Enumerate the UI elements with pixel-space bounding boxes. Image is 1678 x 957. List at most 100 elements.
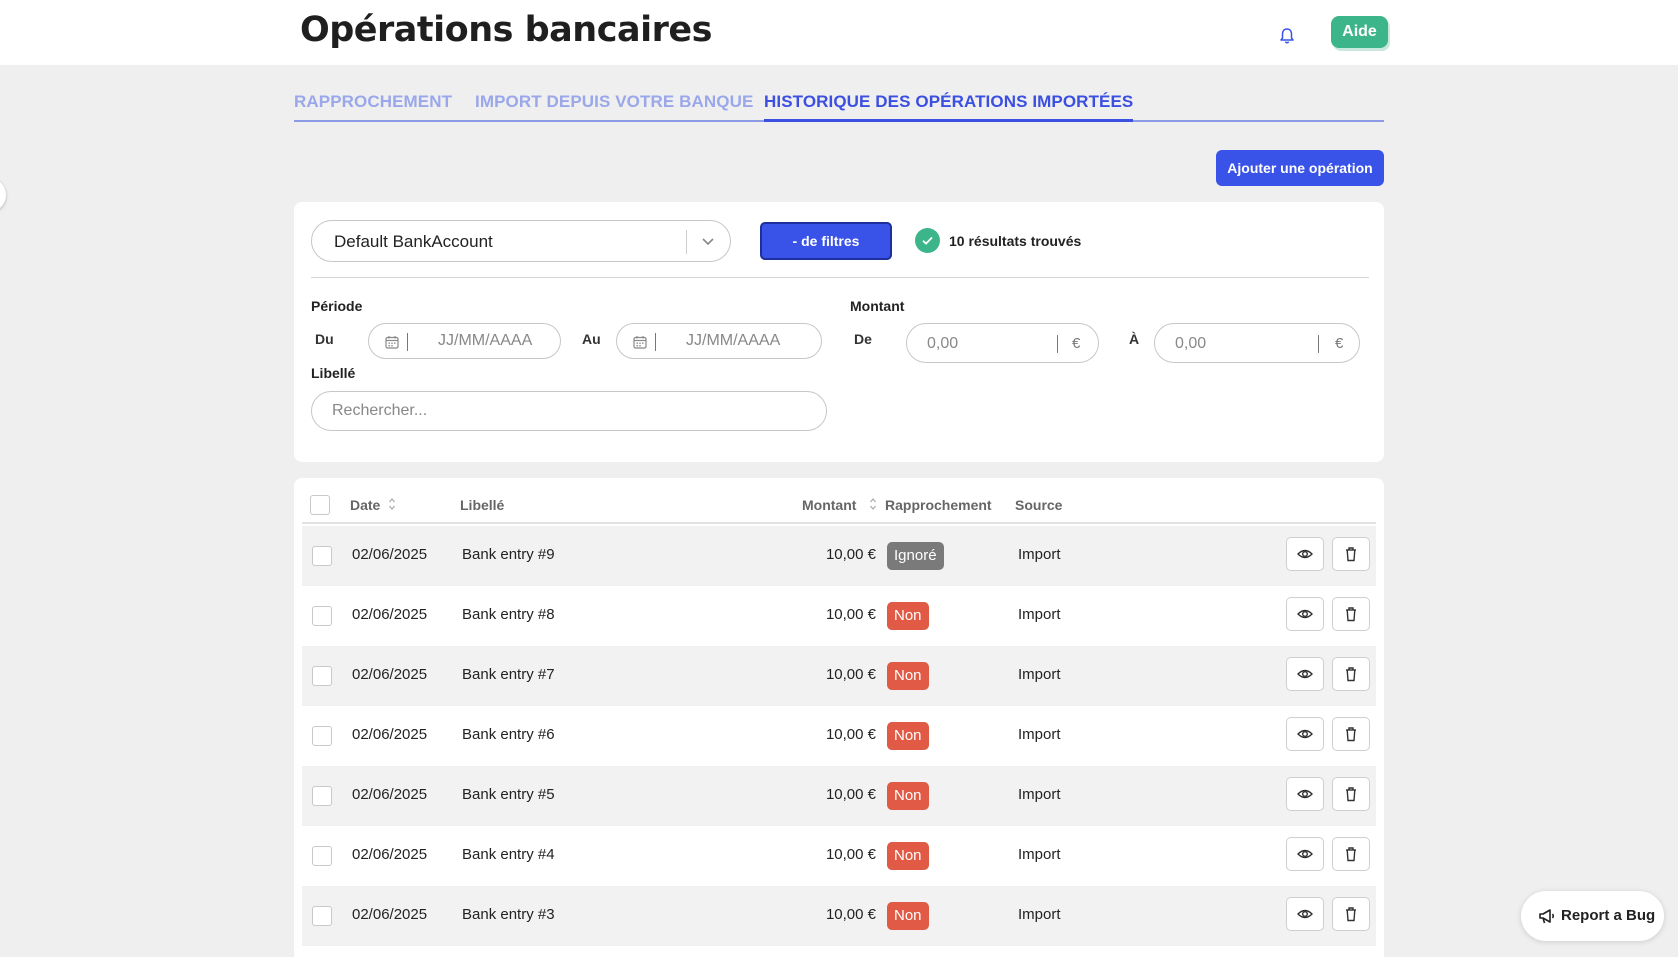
date-from-input[interactable]: JJ/MM/AAAA	[368, 323, 561, 359]
row-amount: 10,00 €	[825, 606, 876, 623]
row-label: Bank entry #7	[462, 666, 555, 683]
delete-button[interactable]	[1332, 837, 1370, 871]
row-date: 02/06/2025	[352, 906, 428, 923]
toggle-filters-button[interactable]: - de filtres	[760, 222, 892, 260]
date-from-placeholder: JJ/MM/AAAA	[438, 332, 533, 349]
row-date: 02/06/2025	[352, 606, 428, 623]
table-row[interactable]: 02/06/2025 Bank entry #7 10,00 € Non Import	[302, 646, 1376, 706]
view-button[interactable]	[1286, 837, 1324, 871]
row-label: Bank entry #8	[462, 606, 555, 623]
amount-label: Montant	[850, 298, 905, 314]
date-to-input[interactable]: JJ/MM/AAAA	[616, 323, 822, 359]
row-amount: 10,00 €	[825, 726, 876, 743]
currency-label: €	[1072, 335, 1081, 352]
row-source: Import	[1018, 726, 1061, 743]
row-label: Bank entry #3	[462, 906, 555, 923]
report-bug-button[interactable]: Report a Bug	[1521, 891, 1664, 941]
delete-button[interactable]	[1332, 897, 1370, 931]
date-to-placeholder: JJ/MM/AAAA	[686, 332, 781, 349]
add-operation-button[interactable]: Ajouter une opération	[1216, 150, 1384, 186]
row-checkbox[interactable]	[312, 666, 332, 686]
row-date: 02/06/2025	[352, 666, 428, 683]
filter-panel: Default BankAccount - de filtres 10 résu…	[294, 202, 1384, 462]
row-checkbox[interactable]	[312, 606, 332, 626]
view-button[interactable]	[1286, 597, 1324, 631]
amount-separator	[1057, 335, 1058, 353]
row-source: Import	[1018, 546, 1061, 563]
view-button[interactable]	[1286, 717, 1324, 751]
tab-bank-import[interactable]: IMPORT DEPUIS VOTRE BANQUE	[475, 92, 753, 112]
row-amount: 10,00 €	[825, 846, 876, 863]
delete-button[interactable]	[1332, 537, 1370, 571]
row-label: Bank entry #6	[462, 726, 555, 743]
delete-button[interactable]	[1332, 777, 1370, 811]
row-date: 02/06/2025	[352, 786, 428, 803]
select-separator	[686, 230, 687, 254]
column-amount[interactable]: Montant	[802, 497, 856, 513]
bell-icon[interactable]	[1279, 27, 1295, 45]
row-amount: 10,00 €	[825, 546, 876, 563]
top-bar: Opérations bancaires Aide	[0, 0, 1678, 65]
currency-label: €	[1335, 335, 1344, 352]
column-date[interactable]: Date	[350, 497, 380, 513]
reconciliation-status-badge: Ignoré	[887, 542, 944, 570]
row-checkbox[interactable]	[312, 906, 332, 926]
sort-icon[interactable]	[869, 496, 877, 512]
view-button[interactable]	[1286, 777, 1324, 811]
view-button[interactable]	[1286, 897, 1324, 931]
delete-button[interactable]	[1332, 717, 1370, 751]
date-separator	[655, 333, 656, 351]
sidebar-toggle[interactable]	[0, 178, 6, 212]
results-count: 10 résultats trouvés	[949, 233, 1082, 249]
delete-button[interactable]	[1332, 597, 1370, 631]
sort-icon[interactable]	[388, 496, 396, 512]
table-row[interactable]: 02/06/2025 Bank entry #9 10,00 € Ignoré Impo…	[302, 526, 1376, 586]
row-checkbox[interactable]	[312, 786, 332, 806]
row-date: 02/06/2025	[352, 546, 428, 563]
period-label: Période	[311, 298, 363, 314]
row-checkbox[interactable]	[312, 546, 332, 566]
table-row[interactable]: 02/06/2025 Bank entry #4 10,00 € Non Import	[302, 826, 1376, 886]
table-row[interactable]: 02/06/2025 Bank entry #6 10,00 € Non Import	[302, 706, 1376, 766]
calendar-icon	[633, 336, 647, 349]
tab-import-history[interactable]: HISTORIQUE DES OPÉRATIONS IMPORTÉES	[764, 92, 1134, 122]
reconciliation-status-badge: Non	[887, 722, 929, 750]
row-source: Import	[1018, 606, 1061, 623]
column-label: Libellé	[460, 497, 505, 513]
delete-button[interactable]	[1332, 657, 1370, 691]
amount-to-input[interactable]: 0,00 €	[1154, 323, 1360, 363]
view-button[interactable]	[1286, 657, 1324, 691]
row-label: Bank entry #9	[462, 546, 555, 563]
table-row[interactable]: 02/06/2025 Bank entry #3 10,00 € Non Import	[302, 886, 1376, 946]
select-all-checkbox[interactable]	[310, 495, 330, 515]
row-checkbox[interactable]	[312, 726, 332, 746]
column-reconciliation: Rapprochement	[885, 497, 992, 513]
page-title: Opérations bancaires	[300, 10, 712, 50]
row-checkbox[interactable]	[312, 846, 332, 866]
megaphone-icon	[1539, 909, 1555, 924]
row-label: Bank entry #5	[462, 786, 555, 803]
amount-from-input[interactable]: 0,00 €	[906, 323, 1099, 363]
table-row[interactable]: 02/06/2025 Bank entry #5 10,00 € Non Import	[302, 766, 1376, 826]
row-amount: 10,00 €	[825, 786, 876, 803]
tabs: RAPPROCHEMENT IMPORT DEPUIS VOTRE BANQUE…	[294, 88, 1384, 122]
date-separator	[407, 333, 408, 351]
tab-reconciliation[interactable]: RAPPROCHEMENT	[294, 92, 452, 112]
row-label: Bank entry #4	[462, 846, 555, 863]
table-row[interactable]: 02/06/2025 Bank entry #8 10,00 € Non Import	[302, 586, 1376, 646]
amount-separator	[1318, 335, 1319, 353]
view-button[interactable]	[1286, 537, 1324, 571]
reconciliation-status-badge: Non	[887, 662, 929, 690]
bank-account-select[interactable]: Default BankAccount	[311, 220, 731, 262]
column-source: Source	[1015, 497, 1063, 513]
bank-account-value: Default BankAccount	[334, 232, 493, 251]
reconciliation-status-badge: Non	[887, 902, 929, 930]
row-source: Import	[1018, 846, 1061, 863]
table-header: Date Libellé Montant Rapprochement Sourc…	[302, 478, 1376, 524]
filter-divider	[311, 277, 1369, 278]
check-icon	[915, 228, 940, 253]
label-search-input[interactable]: Rechercher...	[311, 391, 827, 431]
amount-to-placeholder: 0,00	[1175, 335, 1207, 352]
help-button[interactable]: Aide	[1331, 16, 1388, 48]
date-to-label: Au	[582, 331, 601, 347]
